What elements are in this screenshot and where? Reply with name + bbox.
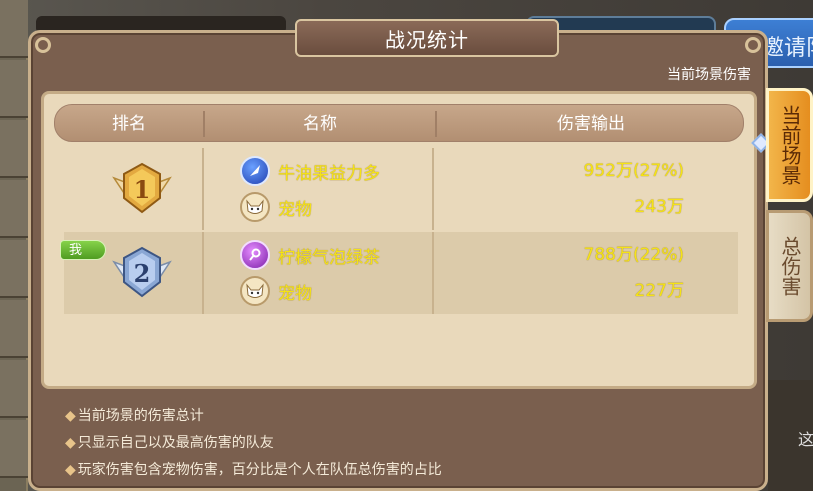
blue-class-icon	[240, 156, 270, 186]
note-item: ◆ 玩家伤害包含宠物伤害，百分比是个人在队伍总伤害的占比	[65, 462, 442, 478]
panel-title: 战况统计	[385, 27, 469, 52]
left-hud-strip	[0, 0, 28, 491]
table-row: 1 牛油果益力多 952万(27%) 宠物 243万	[64, 148, 738, 230]
rank-number: 1	[134, 175, 151, 204]
header-rank: 排名	[112, 114, 146, 134]
scene-right-text: 这	[798, 430, 813, 449]
table-row: 我 2 柠檬气泡绿茶 788万(22%) 宠物 227万	[60, 232, 738, 314]
table-header: 排名 名称 伤害输出	[54, 104, 744, 142]
pet-icon	[240, 192, 270, 222]
pet-icon	[240, 276, 270, 306]
purple-class-icon	[240, 240, 270, 270]
notes-list: ◆ 当前场景的伤害总计 ◆ 只显示自己以及最高伤害的队友 ◆ 玩家伤害包含宠物伤害，百…	[65, 403, 442, 484]
note-item: ◆ 当前场景的伤害总计	[65, 408, 204, 424]
pet-line: 宠物	[240, 276, 312, 306]
header-name: 名称	[303, 114, 337, 134]
battle-stats-panel: 战况统计 当前场景伤害 排名 名称 伤害输出 1 牛油果益力多 952万(27%…	[28, 19, 768, 491]
scene-right-edge: 这	[768, 380, 813, 491]
note-item: ◆ 只显示自己以及最高伤害的队友	[65, 435, 274, 451]
corner-ornament	[745, 37, 761, 53]
pet-damage: 227万	[634, 281, 684, 301]
tab-label: 总伤害	[778, 236, 802, 296]
rank-number: 2	[134, 259, 151, 288]
tab-current-scene[interactable]: 当前场景	[766, 88, 813, 202]
header-damage: 伤害输出	[557, 114, 625, 134]
pet-label: 宠物	[278, 199, 312, 220]
damage-table: 排名 名称 伤害输出 1 牛油果益力多 952万(27%) 宠物 243万 我 …	[41, 91, 757, 389]
corner-ornament	[35, 37, 51, 53]
me-badge: 我	[60, 240, 106, 260]
tab-label: 当前场景	[778, 105, 802, 185]
player-name: 柠檬气泡绿茶	[278, 247, 380, 268]
silver-rank-medal-icon: 2	[112, 246, 172, 298]
title-plaque: 战况统计	[295, 19, 559, 57]
player-name: 牛油果益力多	[278, 163, 380, 184]
player-damage: 952万(27%)	[583, 161, 685, 181]
tab-total-damage[interactable]: 总伤害	[766, 210, 813, 322]
player-name-line: 牛油果益力多	[240, 156, 380, 186]
pet-line: 宠物	[240, 192, 312, 222]
player-damage: 788万(22%)	[583, 245, 685, 265]
player-name-line: 柠檬气泡绿茶	[240, 240, 380, 270]
pet-label: 宠物	[278, 283, 312, 304]
panel-subtitle: 当前场景伤害	[667, 67, 751, 83]
gold-rank-medal-icon: 1	[112, 162, 172, 214]
pet-damage: 243万	[634, 197, 684, 217]
